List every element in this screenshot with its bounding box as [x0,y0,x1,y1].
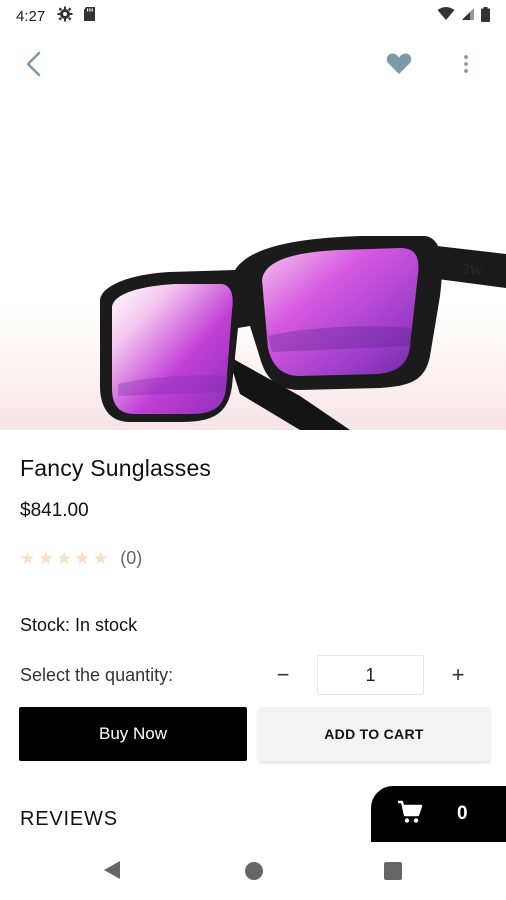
product-rating: ★ ★ ★ ★ ★ (0) [20,548,142,569]
product-image: 2W [0,96,506,430]
app-bar [0,40,506,92]
cart-icon [397,800,423,829]
more-options-button[interactable] [452,50,480,82]
signal-icon [461,7,475,25]
stock-label: Stock: [20,615,71,635]
increase-quantity-button[interactable]: + [443,660,473,690]
cart-button[interactable]: 0 [371,786,506,842]
circle-home-icon[interactable] [243,860,265,882]
status-time: 4:27 [16,7,46,25]
quantity-label: Select the quantity: [20,665,174,685]
buy-now-button[interactable]: Buy Now [19,707,247,761]
product-price: $841.00 [20,500,89,521]
svg-text:2W: 2W [461,262,484,280]
wifi-icon [437,7,455,25]
reviews-heading: REVIEWS [20,808,118,830]
sunglasses-illustration: 2W [100,236,506,430]
status-bar: 4:27 [0,0,506,32]
add-to-cart-button[interactable]: ADD TO CART [258,707,490,761]
battery-icon [481,6,490,26]
gear-icon [57,6,73,26]
product-title: Fancy Sunglasses [20,455,212,481]
heart-icon [386,52,412,80]
star-icon: ★ [38,549,54,568]
more-vertical-icon [463,54,469,79]
back-button[interactable] [18,50,50,82]
square-recent-icon[interactable] [383,861,403,881]
rating-count: (0) [120,548,143,568]
rating-stars[interactable]: ★ ★ ★ ★ ★ [20,550,108,567]
star-icon: ★ [93,549,109,568]
star-icon: ★ [74,549,90,568]
cart-count: 0 [457,803,468,824]
favorite-button[interactable] [382,50,416,82]
star-icon: ★ [20,549,36,568]
sd-card-icon [83,6,96,26]
decrease-quantity-button[interactable]: − [268,660,298,690]
stock-value: In stock [75,615,138,635]
quantity-input[interactable] [317,655,424,695]
stock-status: Stock: In stock [20,615,137,636]
triangle-back-icon[interactable] [100,858,124,882]
chevron-left-icon [24,51,44,82]
star-icon: ★ [56,549,72,568]
system-navigation-bar [0,842,506,900]
